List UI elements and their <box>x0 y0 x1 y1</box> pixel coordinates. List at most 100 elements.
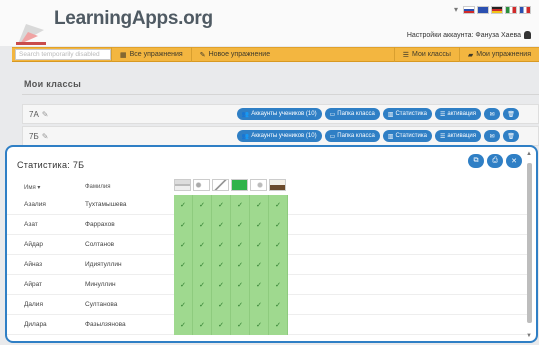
delete-button[interactable]: 🗑 <box>503 130 519 142</box>
nav-all-exercises[interactable]: ▦ Все упражнения <box>111 47 191 62</box>
check-icon: ✓ <box>193 315 212 335</box>
pencil-icon: ✎ <box>199 51 206 59</box>
check-icon: ✓ <box>231 295 250 315</box>
class-actions: 👥 Аккаунты учеников (10) ▭ Папка класса ▥ С… <box>236 108 519 120</box>
exercise-thumbnail[interactable] <box>174 179 191 191</box>
student-last-name: Солтанов <box>85 241 115 248</box>
exercise-thumbnail[interactable] <box>212 179 229 191</box>
search-input[interactable]: Search temporarily disabled <box>15 49 111 60</box>
language-flags: ▾ <box>454 5 531 14</box>
table-row: Азат Фаррахов ✓ ✓ ✓ ✓ ✓ ✓ <box>7 215 527 235</box>
check-icon: ✓ <box>231 255 250 275</box>
result-cells: ✓ ✓ ✓ ✓ ✓ ✓ <box>174 235 288 255</box>
mail-button[interactable]: ✉ <box>484 130 500 142</box>
check-icon: ✓ <box>250 315 269 335</box>
account-settings[interactable]: Настройки аккаунта: Фануза Хаева <box>407 31 531 39</box>
student-last-name: Идиятуллин <box>85 261 122 268</box>
student-last-name: Султанова <box>85 301 118 308</box>
list-icon: ☰ <box>402 51 410 59</box>
check-icon: ✓ <box>231 195 250 215</box>
external-link-icon: ⧉ <box>473 157 479 164</box>
check-icon: ✓ <box>212 235 231 255</box>
trash-icon: 🗑 <box>507 133 515 140</box>
check-icon: ✓ <box>269 315 288 335</box>
folder-icon: ▰ <box>467 51 474 59</box>
table-header: Имя ▾ Фамилия <box>7 179 527 193</box>
chart-icon: ▥ <box>387 111 394 118</box>
result-cells: ✓ ✓ ✓ ✓ ✓ ✓ <box>174 295 288 315</box>
check-icon: ✓ <box>174 315 193 335</box>
mail-icon: ✉ <box>489 111 495 118</box>
chevron-down-icon[interactable]: ▾ <box>454 5 458 14</box>
student-accounts-button[interactable]: 👥 Аккаунты учеников (10) <box>236 108 322 120</box>
exercise-thumbnails <box>174 179 286 191</box>
column-header-name[interactable]: Имя ▾ <box>24 184 40 191</box>
check-icon: ✓ <box>212 275 231 295</box>
activation-button[interactable]: ☰ активация <box>434 108 481 120</box>
statistics-modal: Статистика: 7Б ⧉ ⎙ ✕ Имя ▾ Фамилия Азали… <box>5 145 538 343</box>
check-icon: ✓ <box>193 195 212 215</box>
student-first-name: Азат <box>24 221 38 228</box>
user-icon <box>524 31 531 39</box>
print-icon: ⎙ <box>492 157 498 164</box>
student-last-name: Фазылзянова <box>85 321 126 328</box>
exercise-thumbnail[interactable] <box>231 179 248 191</box>
student-first-name: Дилара <box>24 321 47 328</box>
flag-uk[interactable] <box>477 5 489 14</box>
flag-fr[interactable] <box>519 5 531 14</box>
check-icon: ✓ <box>174 275 193 295</box>
table-row: Айрат Минуллин ✓ ✓ ✓ ✓ ✓ ✓ <box>7 275 527 295</box>
open-external-button[interactable]: ⧉ <box>468 154 484 168</box>
column-header-surname[interactable]: Фамилия <box>85 184 110 190</box>
users-icon: 👥 <box>241 133 250 140</box>
scrollbar[interactable]: ▲ ▼ <box>525 151 534 341</box>
result-cells: ✓ ✓ ✓ ✓ ✓ ✓ <box>174 275 288 295</box>
edit-icon[interactable]: ✎ <box>42 110 49 119</box>
close-icon: ✕ <box>511 158 517 165</box>
exercise-thumbnail[interactable] <box>250 179 267 191</box>
student-accounts-button[interactable]: 👥 Аккаунты учеников (10) <box>236 130 322 142</box>
chart-icon: ▥ <box>387 133 394 140</box>
flag-it[interactable] <box>505 5 517 14</box>
logo[interactable]: LearningApps.org <box>16 4 213 46</box>
student-first-name: Айназ <box>24 261 43 268</box>
flag-de[interactable] <box>491 5 503 14</box>
result-cells: ✓ ✓ ✓ ✓ ✓ ✓ <box>174 315 288 335</box>
close-button[interactable]: ✕ <box>506 154 522 168</box>
delete-button[interactable]: 🗑 <box>503 108 519 120</box>
modal-title: Статистика: 7Б <box>17 160 85 170</box>
check-icon: ✓ <box>250 275 269 295</box>
nav-new-exercise[interactable]: ✎ Новое упражнение <box>190 47 278 62</box>
logo-text: LearningApps.org <box>54 8 213 29</box>
nav-my-classes[interactable]: ☰ Мои классы <box>393 47 459 62</box>
check-icon: ✓ <box>231 275 250 295</box>
sort-down-icon: ▾ <box>37 185 41 191</box>
student-last-name: Фаррахов <box>85 221 115 228</box>
check-icon: ✓ <box>250 195 269 215</box>
scrollbar-thumb[interactable] <box>527 163 532 323</box>
scroll-up-icon[interactable]: ▲ <box>526 151 532 157</box>
edit-icon[interactable]: ✎ <box>42 132 49 141</box>
check-icon: ✓ <box>193 255 212 275</box>
activation-button[interactable]: ☰ активация <box>434 130 481 142</box>
nav-my-exercises[interactable]: ▰ Мои упражнения <box>458 47 539 62</box>
scroll-down-icon[interactable]: ▼ <box>526 333 532 339</box>
check-icon: ✓ <box>231 235 250 255</box>
exercise-thumbnail[interactable] <box>193 179 210 191</box>
statistics-button[interactable]: ▥ Статистика <box>382 130 432 142</box>
print-button[interactable]: ⎙ <box>487 154 503 168</box>
exercise-thumbnail[interactable] <box>269 179 286 191</box>
divider <box>22 94 539 95</box>
flag-ru[interactable] <box>463 5 475 14</box>
check-icon: ✓ <box>174 195 193 215</box>
table-row: Далия Султанова ✓ ✓ ✓ ✓ ✓ ✓ <box>7 295 527 315</box>
result-cells: ✓ ✓ ✓ ✓ ✓ ✓ <box>174 255 288 275</box>
class-folder-button[interactable]: ▭ Папка класса <box>324 130 380 142</box>
class-name[interactable]: 7Б ✎ <box>29 132 48 141</box>
page-title: Мои классы <box>24 79 82 89</box>
statistics-button[interactable]: ▥ Статистика <box>382 108 432 120</box>
class-name[interactable]: 7A ✎ <box>29 110 49 119</box>
class-row: 7A ✎ 👥 Аккаунты учеников (10) ▭ Папка клас… <box>22 104 539 124</box>
mail-button[interactable]: ✉ <box>484 108 500 120</box>
class-folder-button[interactable]: ▭ Папка класса <box>324 108 380 120</box>
